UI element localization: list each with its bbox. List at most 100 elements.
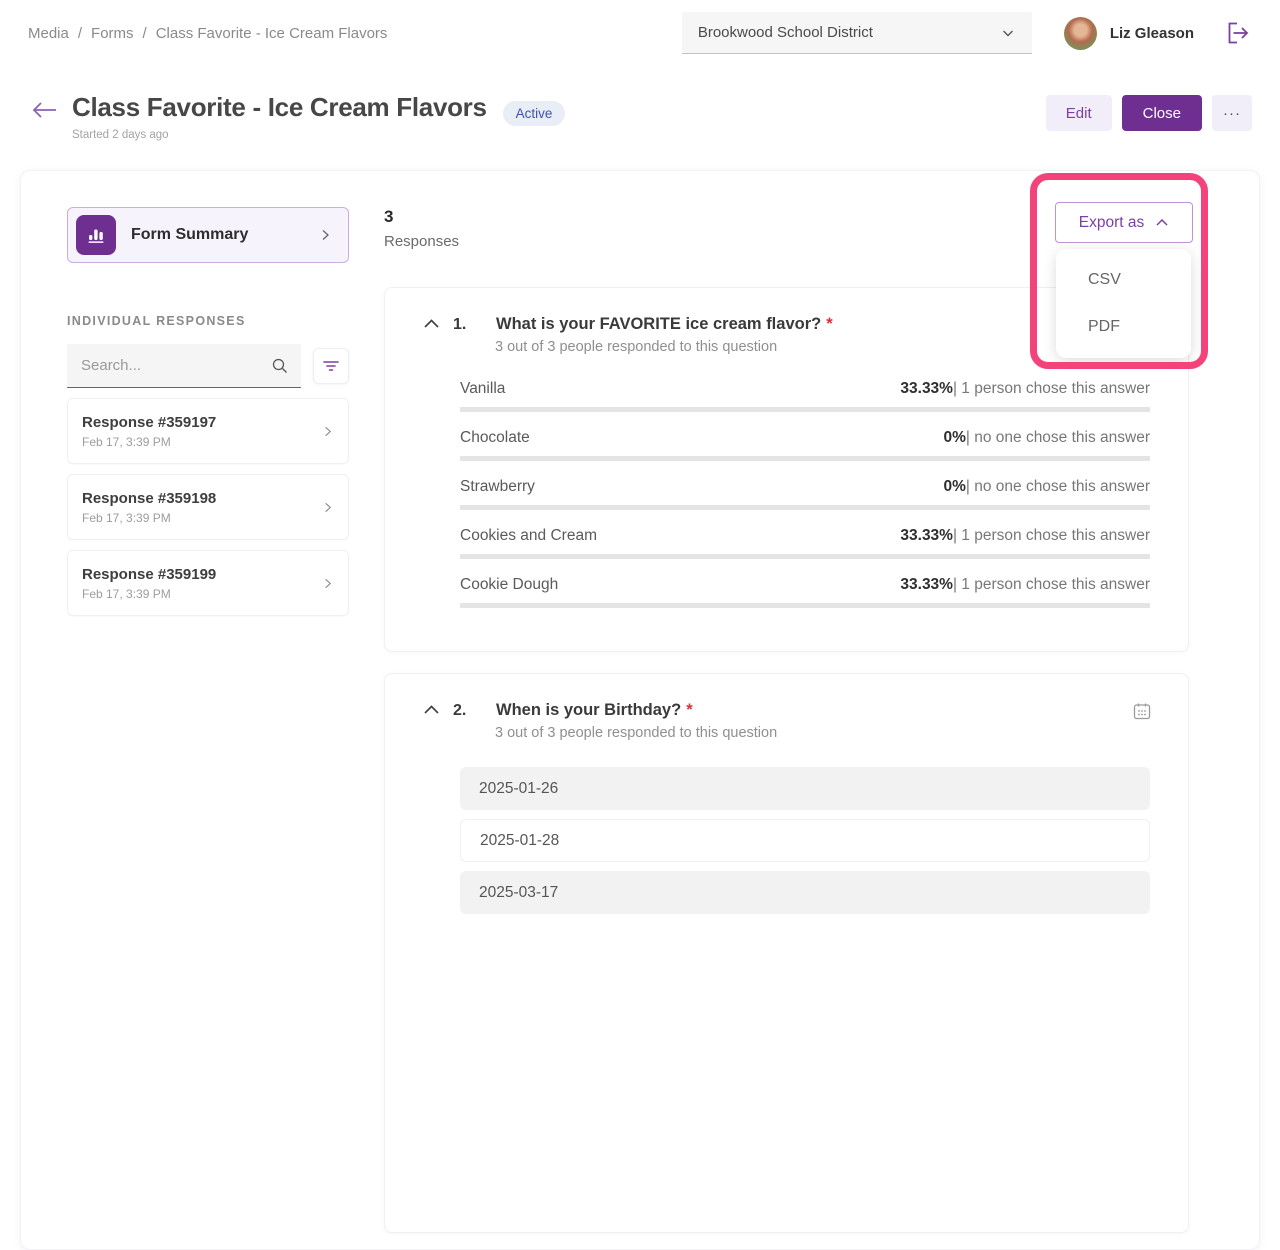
page-title: Class Favorite - Ice Cream Flavors: [72, 92, 487, 123]
user-name: Liz Gleason: [1110, 25, 1194, 42]
answer-detail: | 1 person chose this answer: [953, 380, 1150, 397]
answer-summary-list: Vanilla 33.33%| 1 person chose this answ…: [460, 380, 1150, 608]
question-title: What is your FAVORITE ice cream flavor?*: [496, 315, 833, 334]
edit-button[interactable]: Edit: [1046, 95, 1112, 131]
answer-row: Strawberry 0%| no one chose this answer: [460, 478, 1150, 510]
answer-percent: 0%: [943, 429, 965, 446]
response-item-text: Response #359198 Feb 17, 3:39 PM: [82, 490, 216, 525]
back-arrow-icon[interactable]: [32, 101, 58, 119]
collapse-chevron-up-icon[interactable]: [423, 318, 440, 329]
question-response-stats: 3 out of 3 people responded to this ques…: [495, 725, 1150, 741]
chevron-down-icon: [1000, 25, 1016, 41]
answer-label: Vanilla: [460, 380, 505, 398]
filter-button[interactable]: [313, 348, 349, 384]
export-as-button[interactable]: Export as: [1055, 202, 1193, 243]
answer-label: Cookies and Cream: [460, 527, 597, 545]
more-options-button[interactable]: ···: [1212, 95, 1252, 131]
export-menu: CSV PDF: [1056, 249, 1191, 358]
header-actions: Edit Close ···: [1046, 95, 1252, 131]
chevron-up-icon: [1155, 218, 1169, 227]
search-icon: [271, 357, 289, 375]
response-list-item[interactable]: Response #359197 Feb 17, 3:39 PM: [67, 398, 349, 464]
filter-icon: [322, 358, 340, 374]
question-number: 2.: [453, 702, 473, 720]
answer-percent: 33.33%: [900, 380, 953, 397]
response-timestamp: Feb 17, 3:39 PM: [82, 435, 216, 449]
close-button[interactable]: Close: [1122, 95, 1202, 131]
export-option-csv[interactable]: CSV: [1056, 256, 1191, 303]
answer-bar: [460, 456, 1150, 461]
answer-bar: [460, 505, 1150, 510]
answer-label: Cookie Dough: [460, 576, 558, 594]
question-header: 2. When is your Birthday?*: [423, 701, 1150, 720]
calendar-icon: [1132, 701, 1152, 721]
answer-stats: 33.33%| 1 person chose this answer: [900, 380, 1150, 398]
answer-row: Chocolate 0%| no one chose this answer: [460, 429, 1150, 461]
collapse-chevron-up-icon[interactable]: [423, 704, 440, 715]
search-row: [67, 344, 349, 388]
answer-label: Strawberry: [460, 478, 535, 496]
response-list-item[interactable]: Response #359199 Feb 17, 3:39 PM: [67, 550, 349, 616]
chevron-right-icon: [321, 425, 334, 438]
answer-detail: | 1 person chose this answer: [953, 576, 1150, 593]
response-timestamp: Feb 17, 3:39 PM: [82, 511, 216, 525]
answer-bar: [460, 407, 1150, 412]
answer-stats: 0%| no one chose this answer: [943, 478, 1150, 496]
answer-bar: [460, 554, 1150, 559]
answer-bar: [460, 603, 1150, 608]
answer-detail: | no one chose this answer: [966, 478, 1150, 495]
district-selector[interactable]: Brookwood School District: [682, 12, 1032, 54]
answer-stats: 33.33%| 1 person chose this answer: [900, 576, 1150, 594]
date-answer-row: 2025-03-17: [460, 871, 1150, 914]
responses-sidebar: Form Summary INDIVIDUAL RESPONSES: [67, 207, 349, 1213]
answer-percent: 0%: [943, 478, 965, 495]
question-response-stats: 3 out of 3 people responded to this ques…: [495, 339, 1150, 355]
status-badge: Active: [503, 101, 566, 126]
answer-detail: | no one chose this answer: [966, 429, 1150, 446]
answer-stats: 0%| no one chose this answer: [943, 429, 1150, 447]
form-summary-label: Form Summary: [131, 226, 248, 244]
answer-label: Chocolate: [460, 429, 530, 447]
export-option-pdf[interactable]: PDF: [1056, 303, 1191, 350]
breadcrumb-separator: /: [78, 25, 82, 42]
form-summary-button[interactable]: Form Summary: [67, 207, 349, 263]
logout-icon[interactable]: [1224, 19, 1252, 47]
breadcrumb: Media / Forms / Class Favorite - Ice Cre…: [28, 25, 682, 42]
chevron-right-icon: [321, 577, 334, 590]
breadcrumb-current: Class Favorite - Ice Cream Flavors: [156, 25, 388, 42]
answer-stats: 33.33%| 1 person chose this answer: [900, 527, 1150, 545]
answer-detail: | 1 person chose this answer: [953, 527, 1150, 544]
question-header: 1. What is your FAVORITE ice cream flavo…: [423, 315, 1150, 334]
page-header: Class Favorite - Ice Cream Flavors Start…: [0, 66, 1280, 141]
answer-percent: 33.33%: [900, 527, 953, 544]
required-asterisk: *: [826, 315, 832, 333]
breadcrumb-forms[interactable]: Forms: [91, 25, 134, 42]
response-item-text: Response #359199 Feb 17, 3:39 PM: [82, 566, 216, 601]
bar-chart-icon: [76, 215, 116, 255]
export-as-label: Export as: [1079, 214, 1144, 232]
answer-row: Cookies and Cream 33.33%| 1 person chose…: [460, 527, 1150, 559]
individual-responses-heading: INDIVIDUAL RESPONSES: [67, 314, 349, 328]
response-timestamp: Feb 17, 3:39 PM: [82, 587, 216, 601]
breadcrumb-separator: /: [143, 25, 147, 42]
question-number: 1.: [453, 316, 473, 334]
required-asterisk: *: [686, 701, 692, 719]
user-menu[interactable]: Liz Gleason: [1064, 17, 1194, 50]
date-answer-row: 2025-01-28: [460, 819, 1150, 862]
answer-percent: 33.33%: [900, 576, 953, 593]
breadcrumb-media[interactable]: Media: [28, 25, 69, 42]
response-title: Response #359197: [82, 414, 216, 431]
question-title: When is your Birthday?*: [496, 701, 693, 720]
date-answer-list: 2025-01-26 2025-01-28 2025-03-17: [460, 767, 1150, 914]
response-list-item[interactable]: Response #359198 Feb 17, 3:39 PM: [67, 474, 349, 540]
started-timestamp: Started 2 days ago: [72, 129, 487, 141]
chevron-right-icon: [318, 228, 332, 242]
search-input[interactable]: [67, 344, 301, 388]
title-block: Class Favorite - Ice Cream Flavors Start…: [72, 92, 487, 141]
avatar: [1064, 17, 1097, 50]
response-title: Response #359199: [82, 566, 216, 583]
answer-row: Cookie Dough 33.33%| 1 person chose this…: [460, 576, 1150, 608]
response-item-text: Response #359197 Feb 17, 3:39 PM: [82, 414, 216, 449]
response-title: Response #359198: [82, 490, 216, 507]
question-card-2: 2. When is your Birthday?* 3 out of 3 pe…: [384, 673, 1189, 1233]
